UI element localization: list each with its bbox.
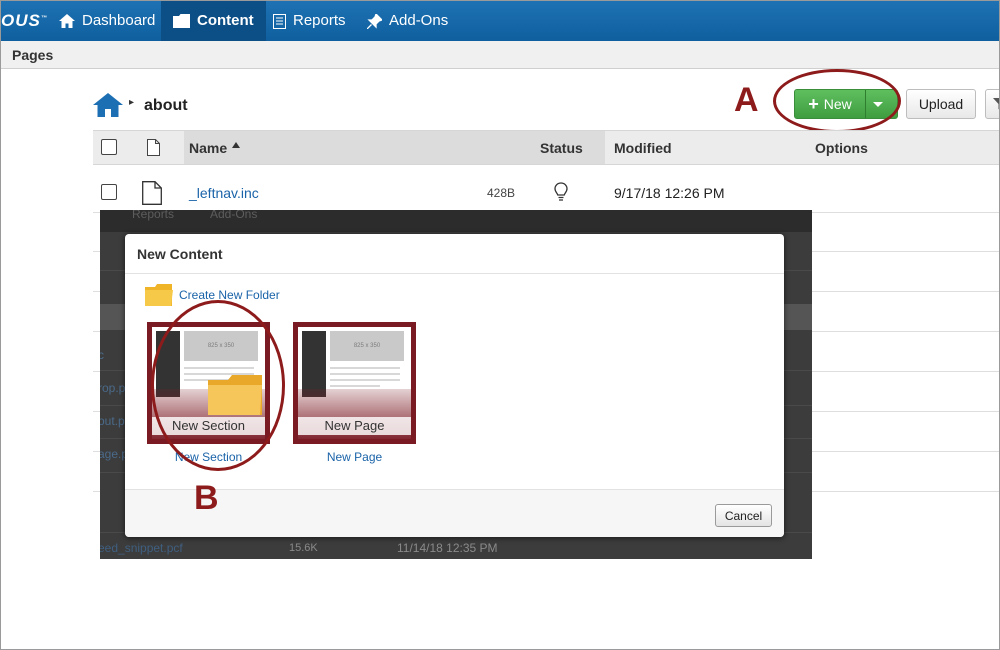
faded-navigation: Reports Add-Ons	[100, 210, 812, 232]
filter-button[interactable]	[985, 89, 999, 119]
lightbulb-icon	[554, 182, 568, 201]
nav-reports-label: Reports	[293, 12, 346, 29]
pin-icon	[367, 13, 382, 29]
thumbnail-line	[330, 367, 400, 369]
new-content-dialog: New Content Create New Folder 825 x 350 …	[125, 234, 784, 537]
cancel-button-label: Cancel	[724, 508, 763, 523]
nav-content-label: Content	[197, 12, 254, 29]
thumbnail-line	[330, 373, 400, 375]
upload-button-label: Upload	[918, 96, 964, 112]
breadcrumb-current: about	[144, 97, 188, 114]
faded-nav-reports: Reports	[132, 210, 175, 221]
thumbnail-line	[330, 379, 400, 381]
nav-add-ons-label: Add-Ons	[389, 12, 449, 29]
app-logo: OUS™	[1, 11, 48, 30]
file-name-link[interactable]: _leftnav.inc	[189, 185, 259, 201]
breadcrumb: ▸ about	[93, 93, 188, 117]
file-icon	[147, 139, 160, 156]
modified-header-label[interactable]: Modified	[614, 140, 672, 156]
faded-link: rop.p	[100, 381, 126, 395]
home-icon	[59, 14, 75, 28]
annotation-label-b: B	[194, 479, 219, 517]
filter-icon	[993, 98, 999, 110]
faded-nav-add-ons: Add-Ons	[210, 210, 258, 221]
status-header-label[interactable]: Status	[540, 140, 583, 156]
file-size: 428B	[487, 186, 516, 200]
folder-icon	[145, 284, 173, 306]
thumbnail-hero: 825 x 350	[330, 331, 404, 361]
nav-reports[interactable]: Reports	[261, 1, 358, 41]
upload-button[interactable]: Upload	[906, 89, 976, 119]
dialog-footer: Cancel	[125, 489, 784, 537]
faded-link: out.p	[100, 414, 125, 428]
nav-dashboard-label: Dashboard	[82, 12, 156, 29]
annotation-label-a: A	[734, 81, 759, 119]
dialog-title: New Content	[137, 246, 223, 262]
thumbnail-line	[330, 385, 380, 387]
chevron-right-icon: ▸	[129, 96, 135, 108]
annotation-circle-b	[151, 300, 285, 471]
options-header-label: Options	[815, 140, 868, 156]
row-checkbox[interactable]	[101, 184, 117, 200]
new-page-tile[interactable]: 825 x 350 New Page	[293, 322, 416, 444]
cancel-button[interactable]: Cancel	[715, 504, 772, 527]
sort-ascending-icon	[232, 142, 240, 148]
document-icon	[273, 13, 286, 29]
nav-dashboard[interactable]: Dashboard	[47, 1, 167, 41]
section-title: Pages	[12, 47, 54, 63]
top-navigation: OUS™ Dashboard Content Reports Add-Ons	[1, 1, 999, 41]
new-page-link[interactable]: New Page	[293, 450, 416, 464]
new-page-tile-label: New Page	[298, 417, 411, 435]
faded-link: c	[100, 348, 104, 362]
dialog-divider	[125, 273, 784, 274]
faded-file-size: 15.6K	[289, 542, 318, 554]
name-header-label: Name	[189, 140, 228, 156]
faded-file-modified: 11/14/18 12:35 PM	[397, 541, 498, 555]
thumbnail-sidebar	[302, 331, 326, 397]
faded-file-link: eed_snippet.pcf	[100, 541, 183, 555]
table-header: Name Status Modified Options	[93, 130, 999, 165]
nav-content[interactable]: Content	[161, 1, 266, 41]
home-icon[interactable]	[93, 93, 123, 117]
section-bar: Pages	[1, 41, 999, 69]
select-all-checkbox[interactable]	[101, 139, 117, 155]
annotation-circle-a	[773, 69, 901, 133]
create-folder-label: Create New Folder	[179, 288, 280, 302]
folder-icon	[173, 14, 190, 28]
app-window: OUS™ Dashboard Content Reports Add-Ons P…	[0, 0, 1000, 650]
nav-add-ons[interactable]: Add-Ons	[355, 1, 460, 41]
faded-link: age.p	[100, 447, 129, 461]
file-icon	[142, 181, 162, 205]
file-modified: 9/17/18 12:26 PM	[614, 185, 725, 201]
